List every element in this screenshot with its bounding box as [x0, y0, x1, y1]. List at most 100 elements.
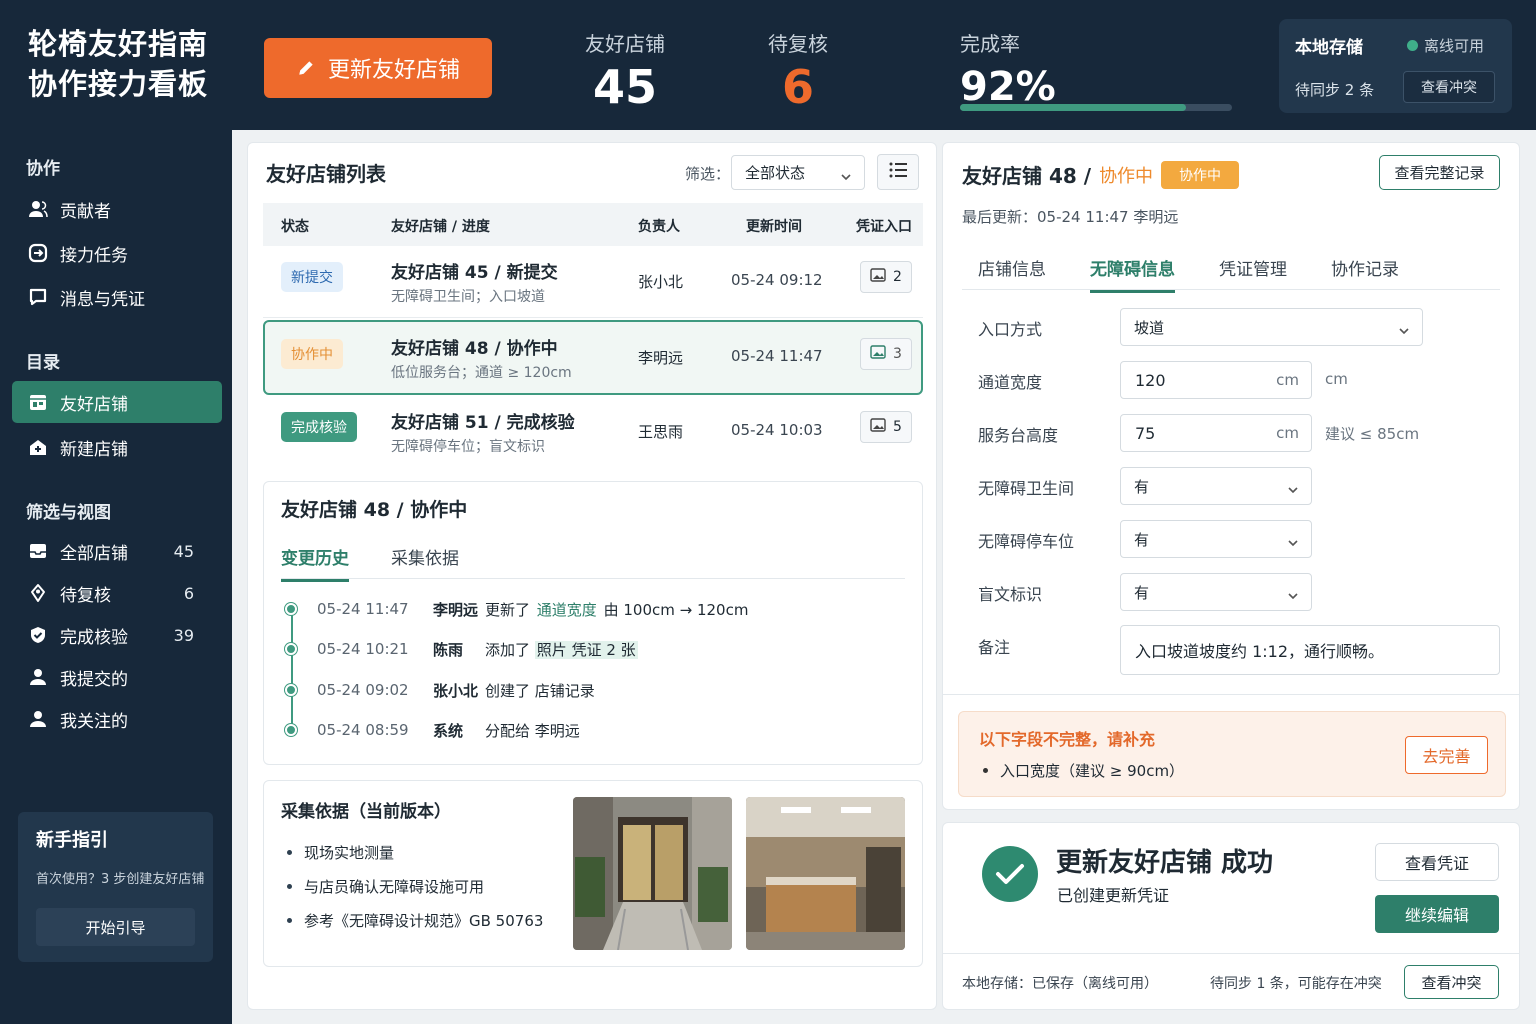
counter-height-value: 75 — [1135, 423, 1156, 443]
completion-progress-fill — [960, 104, 1186, 111]
user-icon — [28, 709, 48, 729]
user-icon — [28, 667, 48, 687]
sidebar-item-friendly-shops[interactable]: 友好店铺 — [12, 381, 222, 423]
timeline-action: 添加了 照片 凭证 2 张 — [485, 639, 638, 660]
stat-completion: 完成率 92% — [960, 28, 1056, 115]
evidence-count: 5 — [893, 419, 902, 435]
sidebar-item-verified[interactable]: 完成核验 39 — [12, 614, 222, 656]
image-icon — [870, 268, 886, 286]
sidebar: 协作 贡献者 接力任务 消息与凭证 目录 友好店铺 新建店铺 筛选与视图 全部店… — [0, 130, 232, 1024]
evidence-button[interactable]: 5 — [860, 411, 912, 443]
chevron-down-icon — [1398, 322, 1410, 340]
offline-status: 离线可用 — [1407, 35, 1484, 56]
chevron-down-icon — [840, 168, 852, 186]
accessible-toilet-value: 有 — [1134, 477, 1150, 496]
storage-panel: 本地存储 离线可用 待同步 2 条 查看冲突 — [1279, 19, 1512, 113]
sidebar-item-pending-review[interactable]: 待复核 6 — [12, 572, 222, 614]
view-conflict-button[interactable]: 查看冲突 — [1403, 71, 1495, 103]
entrance-type-select[interactable]: 坡道 — [1120, 308, 1423, 346]
shield-check-icon — [28, 625, 48, 645]
field-label: 无障碍停车位 — [978, 532, 1075, 551]
filter-label: 筛选： — [685, 165, 731, 183]
table-row[interactable]: 新提交 友好店铺 45 / 新提交 无障碍卫生间；入口坡道 张小北 05-24 … — [263, 246, 923, 318]
timeline-time: 05-24 10:21 — [317, 640, 409, 658]
field-label: 无障碍卫生间 — [978, 479, 1075, 498]
warning-title: 以下字段不完整，请补充 — [979, 730, 1156, 749]
sidebar-item-my-submissions[interactable]: 我提交的 — [12, 656, 222, 698]
tab-accessibility-info[interactable]: 无障碍信息 — [1090, 255, 1175, 293]
basis-item: 与店员确认无障碍设施可用 — [287, 876, 484, 897]
sidebar-item-messages[interactable]: 消息与凭证 — [12, 276, 222, 318]
tab-change-history[interactable]: 变更历史 — [281, 544, 349, 582]
top-header: 轮椅友好指南 协作接力看板 更新友好店铺 友好店铺 45 待复核 6 完成率 9… — [0, 0, 1536, 130]
view-full-record-button[interactable]: 查看完整记录 — [1379, 155, 1500, 190]
stat-review-value: 6 — [781, 60, 814, 114]
service-desk-photo[interactable] — [746, 797, 905, 950]
row-updated-time: 05-24 11:47 — [731, 347, 823, 365]
last-updated-meta: 最后更新：05-24 11:47 李明远 — [962, 208, 1179, 226]
counter-height-input[interactable]: 75 cm — [1120, 414, 1312, 452]
tab-evidence-management[interactable]: 凭证管理 — [1219, 255, 1287, 293]
complete-fields-button[interactable]: 去完善 — [1405, 736, 1488, 774]
timeline-action-detail: 由 100cm → 120cm — [603, 600, 749, 619]
update-shop-button[interactable]: 更新友好店铺 — [264, 38, 492, 98]
timeline-dot — [285, 684, 297, 696]
local-storage-status: 本地存储：已保存（离线可用） — [962, 976, 1158, 992]
history-tabs-divider — [281, 578, 905, 579]
timeline-field-highlight: 通道宽度 — [536, 600, 597, 619]
col-owner: 负责人 — [638, 219, 680, 235]
list-view-button[interactable] — [877, 154, 919, 190]
timeline-action-text: 添加了 — [485, 640, 531, 659]
sidebar-item-label: 待复核 — [60, 585, 111, 606]
basis-item: 现场实地测量 — [287, 842, 394, 863]
entrance-photo[interactable] — [573, 797, 732, 950]
status-badge: 完成核验 — [281, 412, 357, 442]
status-badge: 新提交 — [281, 262, 343, 292]
timeline-dot — [285, 603, 297, 615]
stat-completion-label: 完成率 — [960, 32, 1020, 56]
inbox-icon — [28, 541, 48, 561]
section-views: 筛选与视图 — [26, 503, 111, 523]
braille-signage-select[interactable]: 有 — [1120, 573, 1312, 611]
entrance-type-value: 坡道 — [1134, 318, 1165, 337]
view-conflict-footer-button[interactable]: 查看冲突 — [1404, 965, 1499, 999]
tab-shop-info[interactable]: 店铺信息 — [978, 255, 1046, 293]
evidence-button[interactable]: 3 — [860, 338, 912, 370]
table-row[interactable]: 完成核验 友好店铺 51 / 完成核验 无障碍停车位；盲文标识 王思雨 05-2… — [263, 396, 923, 468]
timeline-field-highlight: 照片 凭证 2 张 — [534, 640, 638, 659]
image-icon — [870, 345, 886, 363]
sidebar-item-relay-tasks[interactable]: 接力任务 — [12, 232, 222, 274]
timeline-time: 05-24 11:47 — [317, 600, 409, 618]
row-shop-name: 友好店铺 45 / 新提交 — [391, 263, 558, 283]
basis-item: 参考《无障碍设计规范》GB 50763 — [287, 910, 543, 931]
timeline-item: 05-24 08:59 系统 分配给 李明远 — [285, 718, 580, 742]
tab-collab-records[interactable]: 协作记录 — [1331, 255, 1399, 293]
row-shop-features: 无障碍停车位；盲文标识 — [391, 439, 545, 455]
view-voucher-button[interactable]: 查看凭证 — [1375, 843, 1499, 881]
tab-collection-basis[interactable]: 采集依据 — [391, 544, 459, 582]
field-label: 入口方式 — [978, 320, 1043, 339]
evidence-count: 2 — [893, 269, 902, 285]
start-guide-button[interactable]: 开始引导 — [36, 908, 195, 946]
list-icon — [888, 161, 908, 183]
timeline-line — [291, 608, 293, 736]
sidebar-item-my-follows[interactable]: 我关注的 — [12, 698, 222, 740]
col-shop: 友好店铺 / 进度 — [391, 219, 490, 235]
aisle-width-input[interactable]: 120 cm — [1120, 361, 1312, 399]
accessible-toilet-select[interactable]: 有 — [1120, 467, 1312, 505]
sidebar-item-new-shop[interactable]: 新建店铺 — [12, 426, 222, 468]
evidence-button[interactable]: 2 — [860, 261, 912, 293]
storage-title: 本地存储 — [1295, 38, 1363, 58]
sidebar-item-contributors[interactable]: 贡献者 — [12, 188, 222, 230]
accessible-parking-select[interactable]: 有 — [1120, 520, 1312, 558]
row-owner: 王思雨 — [638, 423, 684, 441]
sidebar-item-all-shops[interactable]: 全部店铺 45 — [12, 530, 222, 572]
notes-textarea[interactable]: 入口坡道坡度约 1:12，通行顺畅。 — [1120, 625, 1500, 675]
table-row-selected[interactable]: 协作中 友好店铺 48 / 协作中 低位服务台；通道 ≥ 120cm 李明远 0… — [263, 320, 923, 395]
status-filter-select[interactable]: 全部状态 — [731, 155, 865, 190]
detail-title: 友好店铺 48 / 协作中 协作中 — [962, 160, 1240, 189]
detail-status-text: 协作中 — [1099, 165, 1154, 187]
continue-editing-button[interactable]: 继续编辑 — [1375, 895, 1499, 933]
stat-review-label: 待复核 — [768, 32, 828, 56]
shop-list-title: 友好店铺列表 — [266, 162, 386, 186]
